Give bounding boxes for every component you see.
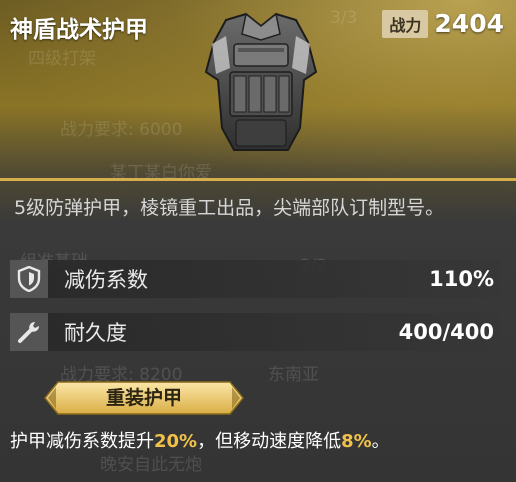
item-title: 神盾战术护甲: [10, 17, 148, 43]
gold-divider: [0, 178, 516, 181]
background-ghost-text: 3/3: [330, 8, 358, 28]
effect-value-bonus: 20%: [154, 431, 198, 452]
wrench-icon: [10, 313, 48, 351]
stat-value: 110%: [429, 267, 494, 291]
background-ghost-text: 晚安自此无炮: [100, 455, 202, 475]
stat-row-damage-reduction: 减伤系数 110%: [10, 260, 500, 298]
power-badge: 战力: [382, 9, 429, 38]
effect-value-penalty: 8%: [341, 431, 372, 452]
shield-icon: [10, 260, 48, 298]
trait-effect-text: 护甲减伤系数提升20%，但移动速度降低8%。: [10, 427, 390, 453]
background-ghost-text: 战力要求: 6000: [60, 120, 183, 140]
trait-tag: 重装护甲: [44, 381, 244, 415]
armor-vest-image: [204, 12, 318, 151]
power-display: 战力 2404: [382, 9, 504, 38]
item-detail-card: 四级打架 3/3 战力要求: 6000 某丁某白你爱 组准基础 2/2 战力要求…: [0, 0, 516, 482]
effect-mid: ，但移动速度降低: [197, 431, 342, 452]
stat-label: 减伤系数: [64, 268, 148, 292]
effect-suffix: 。: [371, 431, 390, 452]
item-description: 5级防弹护甲，棱镜重工出品，尖端部队订制型号。: [14, 197, 445, 219]
power-value: 2404: [434, 9, 504, 38]
stat-row-durability: 耐久度 400/400: [10, 313, 500, 351]
background-ghost-text: 东南亚: [268, 365, 319, 385]
trait-tag-label: 重装护甲: [105, 387, 182, 409]
stat-label: 耐久度: [64, 321, 127, 345]
background-ghost-text: 四级打架: [28, 49, 96, 69]
stat-value: 400/400: [398, 320, 494, 344]
effect-prefix: 护甲减伤系数提升: [10, 431, 154, 452]
